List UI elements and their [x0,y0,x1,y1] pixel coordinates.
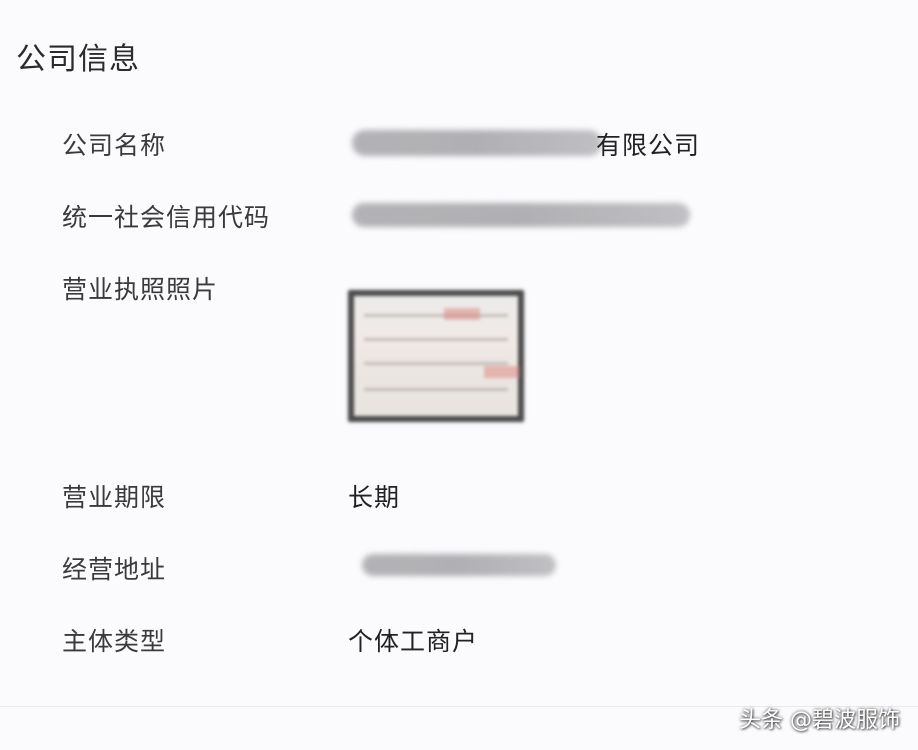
entity-type-label: 主体类型 [62,627,167,656]
company-name-value: 有限公司 [596,131,701,160]
credit-code-label: 统一社会信用代码 [62,203,271,232]
photo-seal-mark [444,308,480,320]
section-title: 公司信息 [16,42,140,77]
credit-code-redaction [352,203,690,227]
business-term-value: 长期 [348,483,401,512]
watermark: 头条 @碧波服饰 [739,708,900,733]
business-license-photo-image [354,296,520,416]
company-name-redaction [352,130,602,156]
photo-seal-mark [484,366,520,378]
company-info-panel: 公司信息 公司名称 有限公司 统一社会信用代码 营业执照照片 营业期限 长期 经… [0,0,918,750]
company-name-label: 公司名称 [62,131,167,160]
photo-text-line [364,314,508,317]
entity-type-value: 个体工商户 [348,627,479,656]
photo-text-line [364,388,508,391]
business-license-photo[interactable] [348,290,524,422]
business-term-label: 营业期限 [62,483,167,512]
business-address-redaction [362,554,556,576]
business-address-label: 经营地址 [62,555,167,584]
business-license-photo-label: 营业执照照片 [62,275,219,304]
photo-text-line [364,362,508,365]
photo-text-line [364,338,508,341]
